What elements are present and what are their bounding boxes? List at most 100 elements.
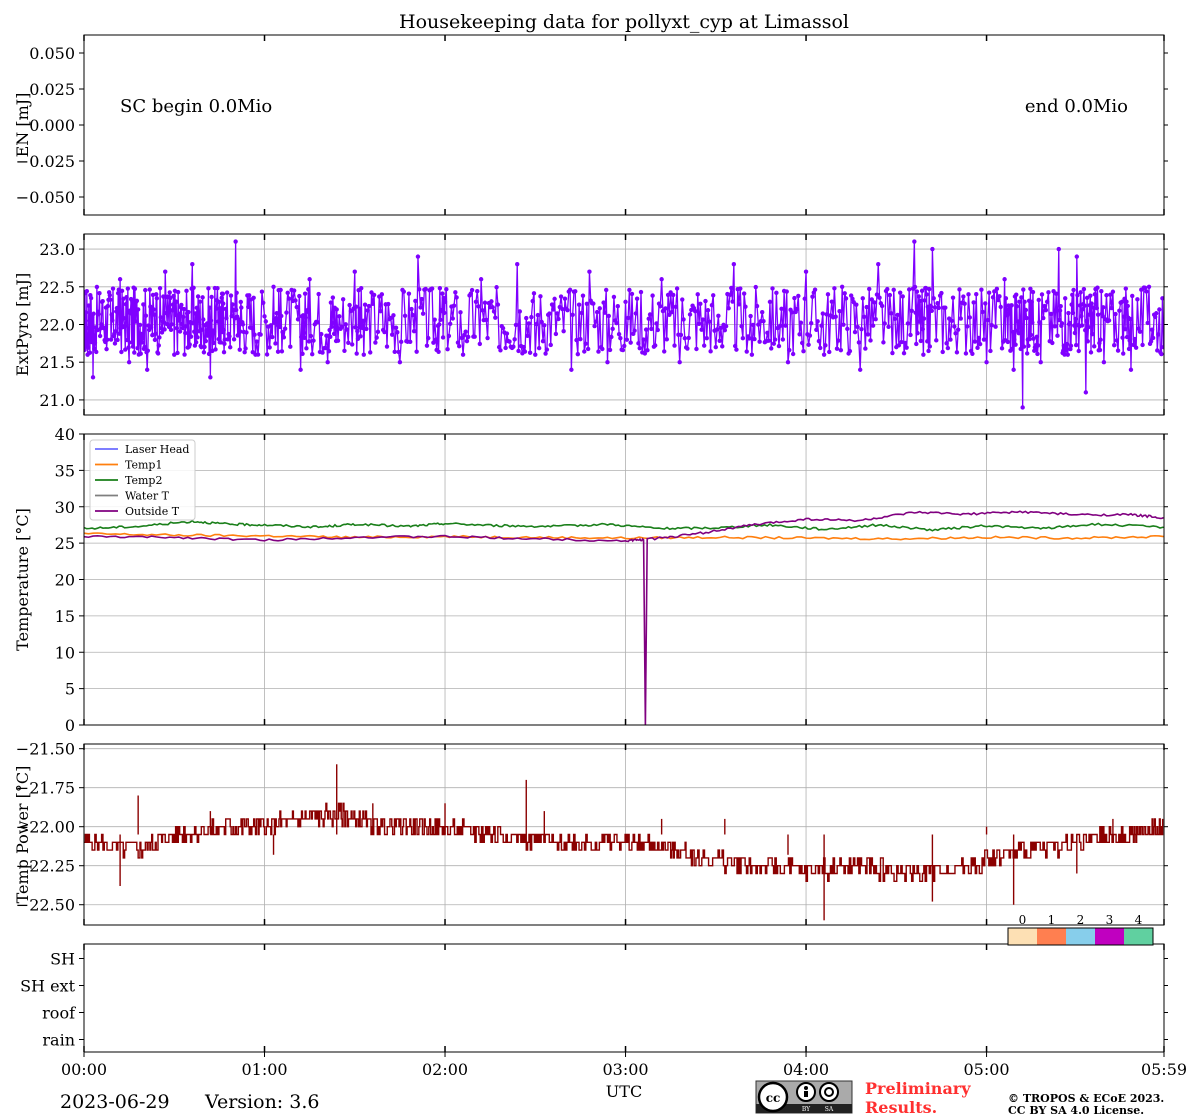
extpyro-point: [1109, 305, 1114, 311]
extpyro-point: [457, 343, 462, 349]
extpyro-point: [895, 312, 900, 318]
extpyro-point: [1033, 347, 1038, 353]
extpyro-point: [175, 350, 180, 356]
extpyro-point: [754, 303, 760, 309]
extpyro-point: [233, 307, 239, 313]
extpyro-point: [223, 306, 228, 312]
extpyro-point: [513, 322, 519, 328]
extpyro-point: [787, 347, 792, 353]
extpyro-point: [1065, 352, 1070, 357]
extpyro-point: [829, 299, 835, 304]
extpyro-point: [1041, 315, 1046, 321]
extpyro-point: [129, 340, 134, 345]
extpyro-point: [1159, 351, 1164, 357]
extpyro-point: [386, 301, 391, 307]
x-tick-label: 03:00: [602, 1060, 648, 1079]
extpyro-point: [196, 315, 201, 320]
extpyro-point: [824, 312, 829, 317]
extpyro-point: [361, 352, 366, 357]
extpyro-point: [723, 323, 729, 329]
legend-label: Temp2: [125, 474, 162, 487]
extpyro-point: [569, 367, 574, 372]
extpyro-point: [206, 286, 211, 291]
extpyro-point: [797, 332, 802, 337]
extpyro-point: [584, 301, 590, 306]
extpyro-point: [643, 327, 649, 332]
y-tick-label: 21.5: [39, 353, 75, 372]
extpyro-point: [720, 344, 725, 349]
legend: Laser Head Temp1 Temp2 Water T Outside T: [89, 439, 196, 521]
extpyro-point: [1093, 301, 1099, 307]
extpyro-point: [204, 321, 210, 326]
extpyro-point: [716, 313, 721, 319]
extpyro-point: [700, 317, 706, 322]
extpyro-point: [454, 295, 459, 300]
extpyro-point: [219, 313, 224, 318]
extpyro-point: [734, 347, 739, 352]
extpyro-point: [472, 334, 477, 339]
extpyro-point: [872, 300, 877, 305]
extpyro-point: [411, 328, 417, 334]
extpyro-point: [238, 299, 243, 305]
extpyro-point: [215, 286, 220, 291]
extpyro-point: [360, 318, 366, 323]
extpyro-point: [990, 295, 996, 300]
extpyro-point: [1140, 342, 1145, 348]
extpyro-point: [977, 341, 983, 347]
extpyro-point: [696, 321, 702, 326]
extpyro-point: [105, 303, 111, 309]
extpyro-point: [909, 308, 914, 313]
extpyro-point: [859, 326, 864, 332]
extpyro-point: [1097, 347, 1103, 353]
extpyro-point: [392, 349, 397, 355]
extpyro-point: [101, 326, 107, 331]
extpyro-point: [335, 338, 341, 343]
extpyro-point: [652, 343, 658, 348]
extpyro-point: [897, 290, 903, 295]
extpyro-point: [319, 331, 324, 337]
extpyro-point: [300, 351, 305, 356]
extpyro-point: [999, 346, 1005, 351]
extpyro-point: [190, 261, 195, 267]
extpyro-point: [1070, 310, 1076, 316]
extpyro-point: [477, 341, 483, 347]
extpyro-point: [600, 346, 605, 352]
extpyro-point: [669, 309, 675, 315]
extpyro-point: [205, 333, 210, 338]
extpyro-point: [525, 333, 530, 339]
extpyro-point: [438, 317, 443, 322]
extpyro-point: [1010, 346, 1015, 352]
extpyro-point: [963, 351, 969, 356]
extpyro-point: [219, 295, 224, 301]
extpyro-point: [156, 343, 161, 348]
extpyro-point: [576, 302, 582, 307]
extpyro-point: [158, 315, 163, 320]
extpyro-point: [827, 349, 832, 355]
extpyro-point: [143, 287, 148, 293]
extpyro-point: [252, 332, 257, 337]
extpyro-point: [877, 295, 882, 300]
extpyro-point: [650, 293, 655, 298]
extpyro-point: [1063, 296, 1068, 301]
extpyro-point: [1026, 343, 1031, 349]
extpyro-point: [921, 316, 927, 321]
extpyro-point: [199, 327, 205, 332]
extpyro-point: [463, 329, 468, 334]
extpyro-point: [934, 338, 939, 343]
y-tick-label: 20: [55, 571, 75, 590]
extpyro-point: [1149, 327, 1155, 332]
extpyro-point: [601, 300, 606, 305]
extpyro-point: [1086, 324, 1091, 330]
extpyro-point: [197, 299, 203, 304]
cc-license-badge: cc BY SA: [755, 1080, 853, 1114]
extpyro-point: [254, 339, 259, 344]
extpyro-point: [152, 312, 157, 317]
extpyro-point: [308, 333, 314, 339]
extpyro-point: [203, 338, 209, 344]
extpyro-point: [912, 239, 917, 244]
extpyro-point: [84, 325, 90, 331]
extpyro-point: [610, 326, 615, 332]
extpyro-point: [801, 348, 806, 354]
extpyro-point: [1068, 343, 1074, 348]
extpyro-point: [194, 305, 200, 311]
